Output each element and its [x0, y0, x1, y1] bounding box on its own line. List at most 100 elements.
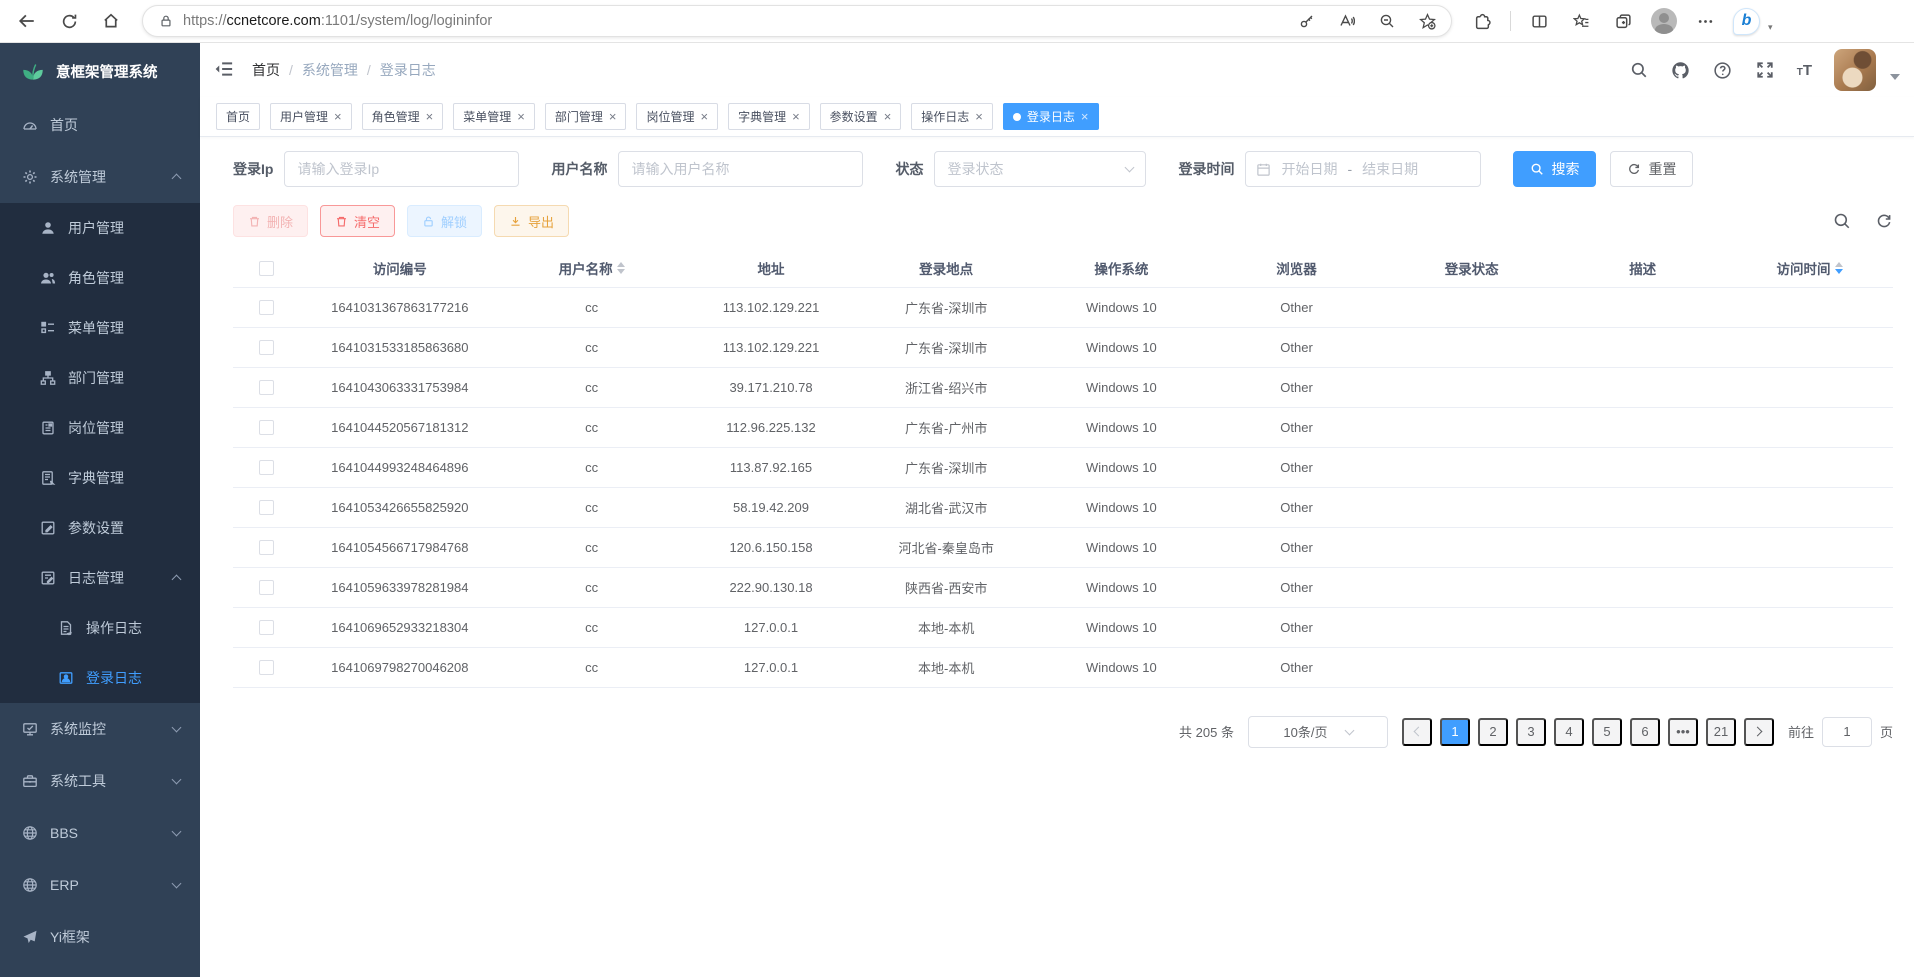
header-search-icon[interactable] [1629, 60, 1649, 80]
page-button-2[interactable]: 2 [1478, 718, 1508, 746]
close-icon[interactable]: × [884, 110, 892, 123]
bing-chat-icon[interactable]: b [1733, 8, 1760, 35]
github-icon[interactable] [1671, 60, 1691, 80]
page-button-1[interactable]: 1 [1440, 718, 1470, 746]
column-header-访问时间[interactable]: 访问时间 [1726, 250, 1893, 287]
page-button-4[interactable]: 4 [1554, 718, 1584, 746]
breadcrumb-system[interactable]: 系统管理 [302, 60, 358, 80]
favorites-bar-icon[interactable] [1567, 7, 1595, 35]
goto-page-input[interactable] [1822, 717, 1872, 747]
page-button-21[interactable]: 21 [1706, 718, 1736, 746]
browser-profile-avatar[interactable] [1651, 8, 1677, 34]
select-all-checkbox[interactable] [259, 261, 274, 276]
row-checkbox[interactable] [259, 580, 274, 595]
search-button[interactable]: 搜索 [1513, 151, 1596, 187]
tab-参数设置[interactable]: 参数设置× [820, 103, 902, 130]
select-all-header[interactable] [233, 250, 300, 287]
delete-button[interactable]: 删除 [233, 205, 308, 237]
sidebar-item-系统监控[interactable]: 系统监控 [0, 703, 200, 755]
page-button-6[interactable]: 6 [1630, 718, 1660, 746]
sidebar-item-岗位管理[interactable]: 岗位管理 [0, 403, 200, 453]
tab-操作日志[interactable]: 操作日志× [911, 103, 993, 130]
tab-菜单管理[interactable]: 菜单管理× [453, 103, 535, 130]
column-header-用户名称[interactable]: 用户名称 [500, 250, 684, 287]
tab-字典管理[interactable]: 字典管理× [728, 103, 810, 130]
avatar-caret-icon[interactable] [1890, 74, 1900, 80]
sort-icon[interactable] [617, 262, 625, 274]
address-bar[interactable]: https://ccnetcore.com:1101/system/log/lo… [142, 5, 1452, 37]
close-icon[interactable]: × [1081, 110, 1089, 123]
tab-首页[interactable]: 首页 [216, 103, 260, 130]
tab-岗位管理[interactable]: 岗位管理× [636, 103, 718, 130]
close-icon[interactable]: × [426, 110, 434, 123]
zoom-out-icon[interactable] [1375, 9, 1399, 33]
favorite-star-add-icon[interactable] [1415, 9, 1439, 33]
status-select[interactable]: 登录状态 [934, 151, 1146, 187]
page-size-select[interactable]: 10条/页 [1248, 716, 1388, 748]
row-checkbox[interactable] [259, 340, 274, 355]
breadcrumb-home[interactable]: 首页 [252, 60, 280, 80]
extensions-icon[interactable] [1468, 7, 1496, 35]
export-button[interactable]: 导出 [494, 205, 569, 237]
read-aloud-icon[interactable] [1335, 9, 1359, 33]
toggle-search-icon[interactable] [1833, 212, 1851, 230]
unlock-button[interactable]: 解锁 [407, 205, 482, 237]
sidebar-item-字典管理[interactable]: 字典管理 [0, 453, 200, 503]
row-checkbox[interactable] [259, 540, 274, 555]
sidebar-item-日志管理[interactable]: 日志管理 [0, 553, 200, 603]
collections-icon[interactable] [1609, 7, 1637, 35]
prev-page-button[interactable] [1402, 718, 1432, 746]
sidebar-item-Yi框架[interactable]: Yi框架 [0, 911, 200, 963]
site-permissions-lock-icon[interactable] [157, 12, 175, 30]
date-range-picker[interactable]: 开始日期 - 结束日期 [1245, 151, 1481, 187]
close-icon[interactable]: × [609, 110, 617, 123]
sidebar-item-部门管理[interactable]: 部门管理 [0, 353, 200, 403]
close-icon[interactable]: × [700, 110, 708, 123]
back-icon[interactable] [10, 4, 44, 38]
tab-角色管理[interactable]: 角色管理× [362, 103, 444, 130]
sidebar-item-BBS[interactable]: BBS [0, 807, 200, 859]
tab-部门管理[interactable]: 部门管理× [545, 103, 627, 130]
tab-用户管理[interactable]: 用户管理× [270, 103, 352, 130]
sidebar-item-首页[interactable]: 首页 [0, 99, 200, 151]
row-checkbox[interactable] [259, 660, 274, 675]
page-button-3[interactable]: 3 [1516, 718, 1546, 746]
close-icon[interactable]: × [517, 110, 525, 123]
pager-ellipsis[interactable]: ••• [1668, 718, 1698, 746]
close-icon[interactable]: × [975, 110, 983, 123]
sidebar-item-系统管理[interactable]: 系统管理 [0, 151, 200, 203]
user-name-input[interactable] [618, 151, 863, 187]
help-icon[interactable] [1713, 60, 1733, 80]
row-checkbox[interactable] [259, 460, 274, 475]
sidebar-item-操作日志[interactable]: 操作日志 [0, 603, 200, 653]
login-ip-input[interactable] [284, 151, 519, 187]
row-checkbox[interactable] [259, 380, 274, 395]
close-icon[interactable]: × [334, 110, 342, 123]
sidebar-item-菜单管理[interactable]: 菜单管理 [0, 303, 200, 353]
font-size-icon[interactable]: TT [1797, 62, 1812, 79]
sidebar-item-用户管理[interactable]: 用户管理 [0, 203, 200, 253]
refresh-icon[interactable] [52, 4, 86, 38]
sidebar-item-系统工具[interactable]: 系统工具 [0, 755, 200, 807]
page-button-5[interactable]: 5 [1592, 718, 1622, 746]
user-avatar[interactable] [1834, 49, 1876, 91]
home-icon[interactable] [94, 4, 128, 38]
split-screen-icon[interactable] [1525, 7, 1553, 35]
tab-登录日志[interactable]: 登录日志× [1003, 103, 1099, 130]
sidebar-item-登录日志[interactable]: 登录日志 [0, 653, 200, 703]
refresh-table-icon[interactable] [1875, 212, 1893, 230]
row-checkbox[interactable] [259, 620, 274, 635]
sidebar-item-参数设置[interactable]: 参数设置 [0, 503, 200, 553]
more-options-icon[interactable] [1691, 7, 1719, 35]
app-logo[interactable]: 意框架管理系统 [0, 43, 200, 99]
bing-caret-icon[interactable]: ▾ [1768, 22, 1773, 35]
row-checkbox[interactable] [259, 300, 274, 315]
sort-icon[interactable] [1835, 262, 1843, 274]
clear-button[interactable]: 清空 [320, 205, 395, 237]
row-checkbox[interactable] [259, 420, 274, 435]
next-page-button[interactable] [1744, 718, 1774, 746]
sidebar-fold-icon[interactable] [214, 59, 236, 81]
password-key-icon[interactable] [1295, 9, 1319, 33]
sidebar-item-ERP[interactable]: ERP [0, 859, 200, 911]
fullscreen-icon[interactable] [1755, 60, 1775, 80]
